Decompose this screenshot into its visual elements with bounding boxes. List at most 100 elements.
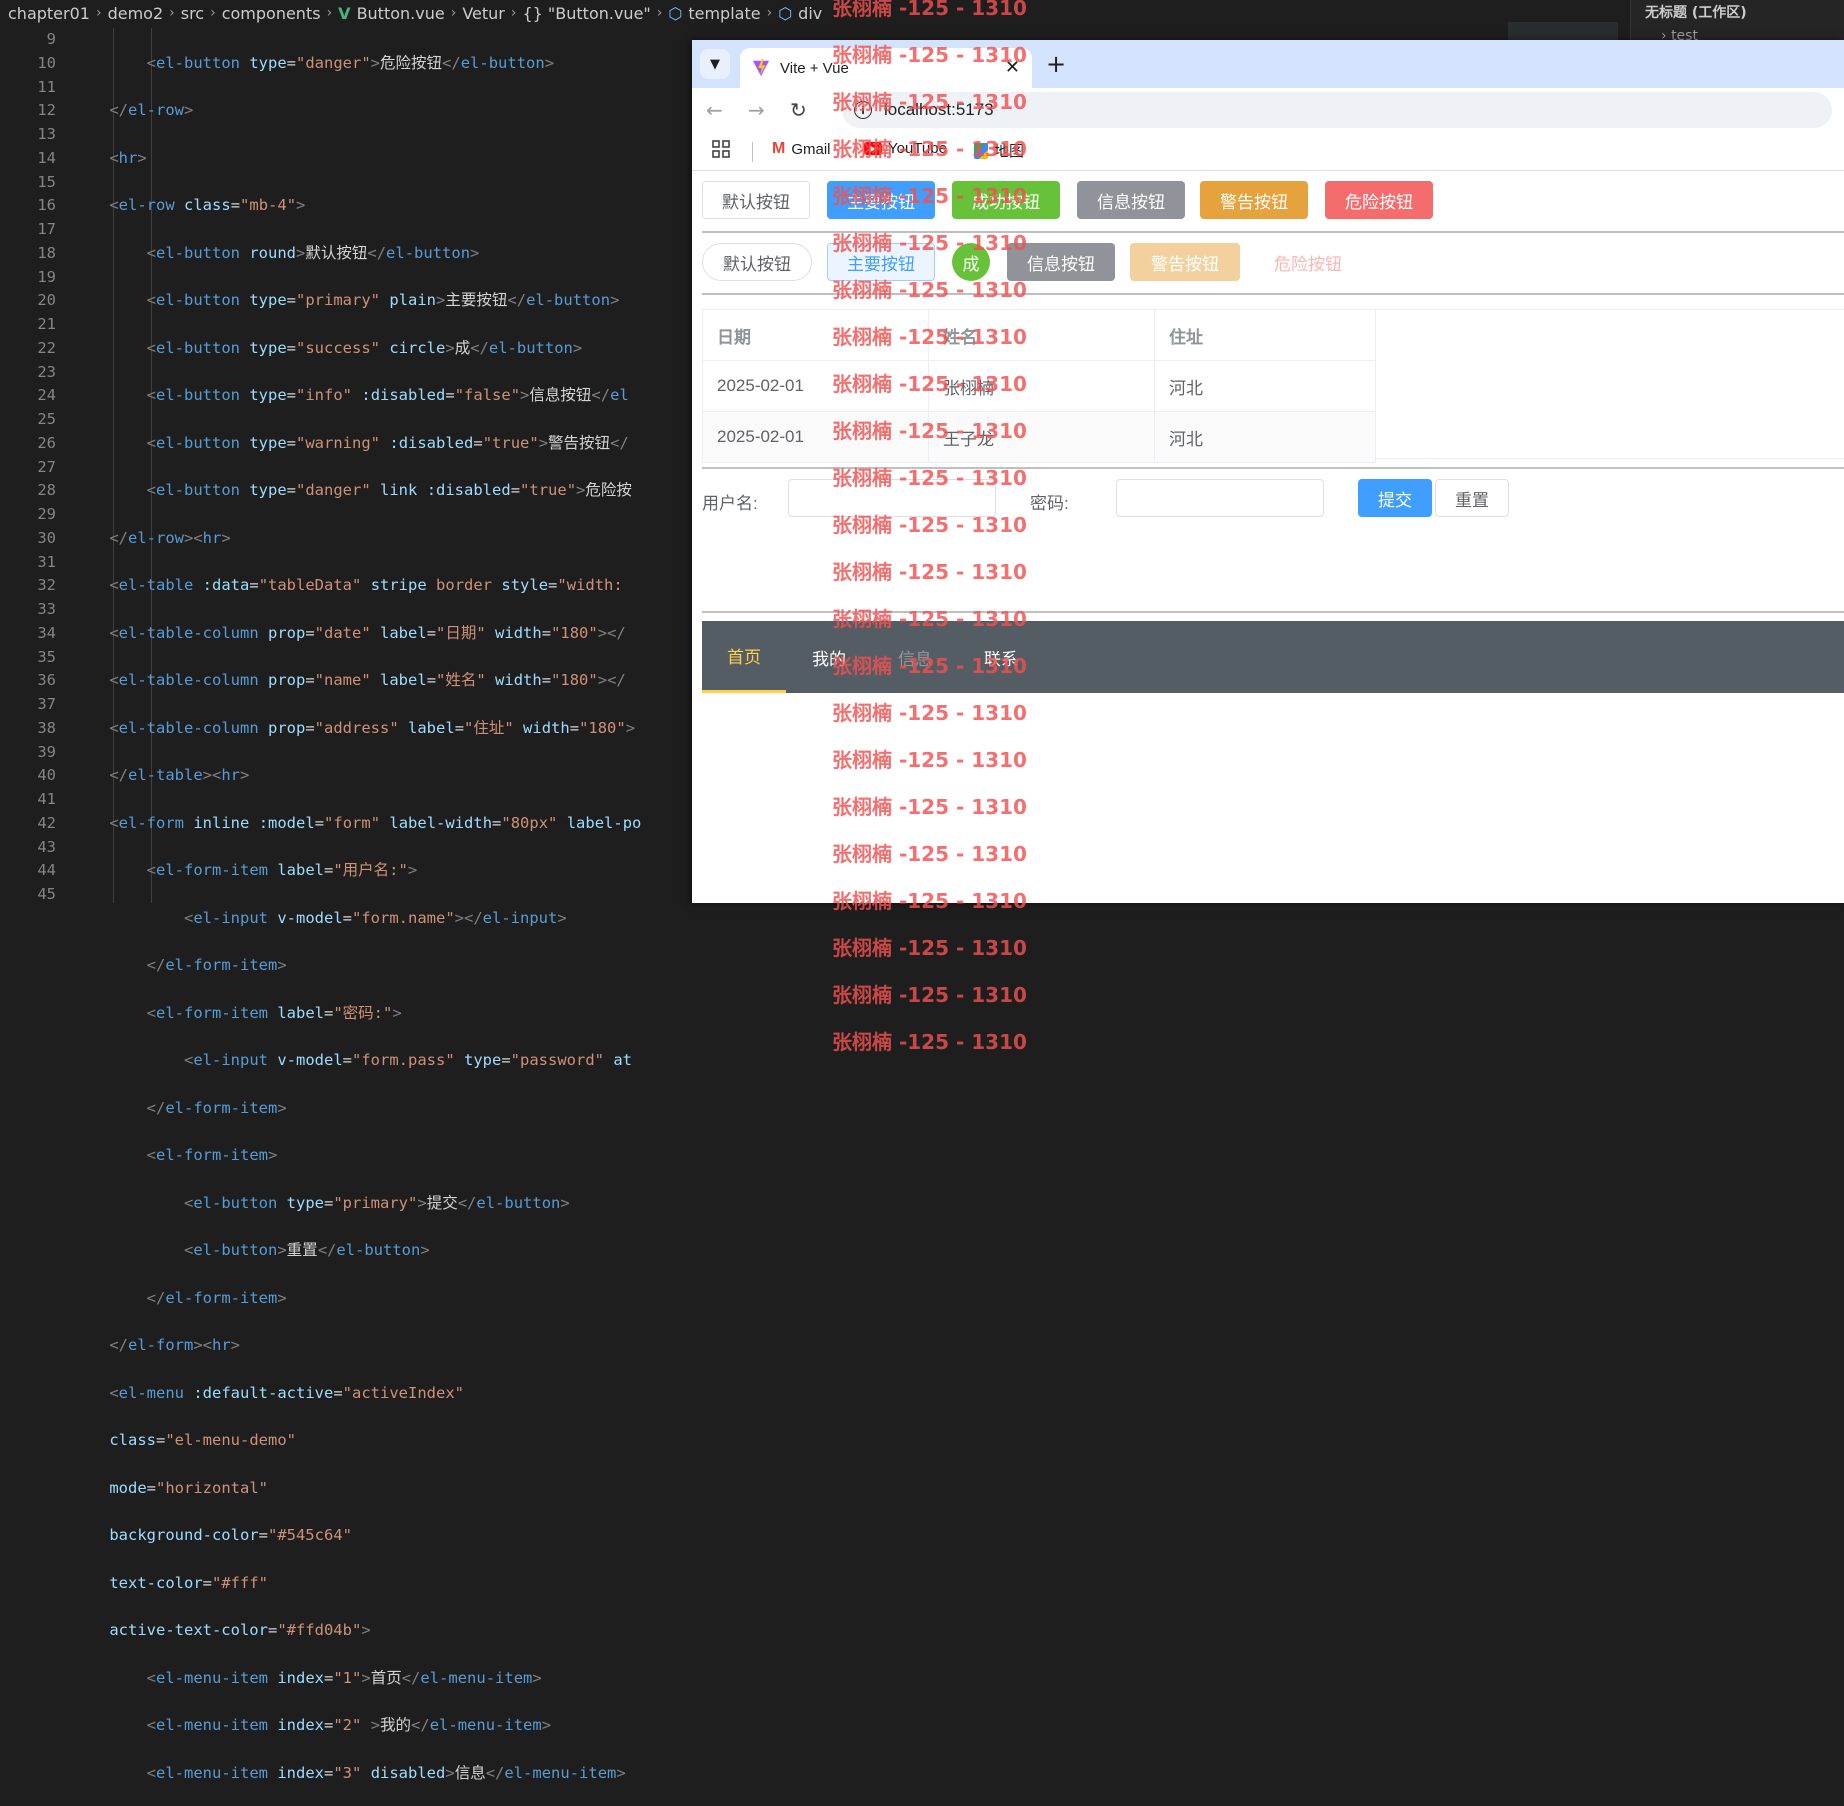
chevron-right-icon: ›: [326, 5, 333, 21]
browser-window: ▼ Vite + Vue ✕ + ← → ↻ i localhost:5173: [692, 40, 1844, 903]
breadcrumb-item[interactable]: Button.vue: [357, 4, 445, 23]
table-cell: 河北: [1154, 360, 1376, 412]
youtube-icon: ▶: [864, 142, 882, 155]
divider: [702, 293, 1844, 295]
close-icon[interactable]: ✕: [1005, 57, 1020, 78]
explorer-title[interactable]: 无标题 (工作区): [1645, 2, 1747, 22]
apps-grid-icon[interactable]: [712, 140, 730, 158]
bookmark-maps[interactable]: 地图: [974, 140, 1024, 161]
danger-link-disabled-button: 危险按钮: [1274, 254, 1342, 274]
back-arrow-icon[interactable]: ←: [706, 98, 723, 122]
bookmark-gmail[interactable]: M Gmail: [772, 140, 831, 158]
line-number: 42: [37, 813, 56, 832]
menu-item-contact[interactable]: 联系: [958, 621, 1044, 693]
breadcrumb-item[interactable]: chapter01: [8, 4, 90, 23]
browser-tab[interactable]: Vite + Vue ✕: [740, 48, 1032, 88]
code-line: <hr>: [109, 148, 147, 167]
table-header[interactable]: 住址: [1154, 309, 1376, 361]
table-row[interactable]: 2025-02-01 王子龙 河北: [702, 411, 1376, 463]
reset-button[interactable]: 重置: [1435, 479, 1509, 517]
code-line: <el-button round>默认按钮</el-button>: [146, 243, 480, 262]
success-circle-button[interactable]: 成: [952, 243, 990, 281]
code-line: <el-menu-item index="3" disabled>信息</el-…: [146, 1763, 626, 1782]
success-button[interactable]: 成功按钮: [952, 181, 1060, 219]
new-tab-button[interactable]: +: [1046, 50, 1066, 78]
line-number: 22: [37, 338, 56, 357]
line-number: 37: [37, 695, 56, 713]
table-header[interactable]: 日期: [702, 309, 929, 361]
code-line: active-text-color="#ffd04b">: [109, 1621, 371, 1640]
code-line: </el-form-item>: [146, 956, 287, 975]
line-number: 14: [37, 148, 56, 167]
warning-button[interactable]: 警告按钮: [1200, 181, 1308, 219]
code-line: </el-table><hr>: [109, 766, 250, 785]
watermark-text: 张栩楠 -125 - 1310: [832, 1030, 1027, 1054]
table-header[interactable]: 姓名: [928, 309, 1155, 361]
breadcrumb-item[interactable]: {} "Button.vue": [522, 4, 650, 23]
line-number: 44: [37, 861, 56, 880]
line-number: 32: [37, 576, 56, 595]
line-number: 34: [37, 623, 56, 642]
code-line: <el-button type="info" :disabled="false"…: [146, 386, 629, 405]
code-line: <el-menu-item index="1">首页</el-menu-item…: [146, 1668, 542, 1687]
submit-button[interactable]: 提交: [1358, 479, 1432, 517]
bookmark-label: Gmail: [791, 140, 831, 158]
line-number: 16: [37, 196, 56, 215]
bookmark-label: 地图: [994, 143, 1025, 160]
primary-plain-button[interactable]: 主要按钮: [827, 243, 935, 281]
info-button[interactable]: 信息按钮: [1077, 181, 1185, 219]
url-text: localhost:5173: [884, 100, 994, 119]
primary-button[interactable]: 主要按钮: [827, 181, 935, 219]
bookmark-youtube[interactable]: ▶ YouTube: [864, 140, 947, 157]
chevron-right-icon: ›: [656, 5, 663, 21]
forward-arrow-icon[interactable]: →: [748, 98, 765, 122]
line-number: 11: [37, 77, 56, 96]
info-icon[interactable]: i: [854, 101, 872, 119]
breadcrumb-item[interactable]: demo2: [108, 4, 164, 23]
code-line: </el-row>: [109, 101, 194, 120]
password-label: 密码:: [1030, 494, 1069, 513]
default-button[interactable]: 默认按钮: [702, 181, 810, 219]
username-input[interactable]: [788, 479, 996, 517]
chevron-right-icon: ›: [95, 5, 102, 21]
code-area[interactable]: <el-button type="danger">危险按钮</el-button…: [72, 28, 772, 1806]
code-line: <el-form-item label="密码:">: [146, 1003, 402, 1022]
code-line: <el-form inline :model="form" label-widt…: [109, 813, 642, 832]
code-line: <el-button type="success" circle>成</el-b…: [146, 338, 583, 357]
breadcrumb-item[interactable]: div: [798, 4, 822, 23]
menu-item-mine[interactable]: 我的: [786, 621, 872, 693]
menu-item-home[interactable]: 首页: [702, 621, 786, 693]
password-input[interactable]: [1116, 479, 1324, 517]
line-number: 12: [37, 101, 56, 120]
table-row[interactable]: 2025-02-01 张栩楠 河北: [702, 360, 1376, 412]
code-line: <el-menu-item index="2" >我的</el-menu-ite…: [146, 1716, 552, 1735]
default-round-button[interactable]: 默认按钮: [702, 243, 812, 281]
reload-icon[interactable]: ↻: [790, 98, 807, 122]
code-line: text-color="#fff": [109, 1573, 268, 1592]
code-line: </el-form-item>: [146, 1288, 287, 1307]
line-number: 15: [37, 172, 56, 191]
watermark-text: 张栩楠 -125 - 1310: [832, 983, 1027, 1007]
info-button[interactable]: 信息按钮: [1007, 243, 1115, 281]
breadcrumb-item[interactable]: src: [181, 4, 204, 23]
address-bar[interactable]: i localhost:5173: [842, 92, 1832, 128]
line-number: 19: [37, 267, 56, 286]
line-number: 30: [37, 528, 56, 547]
divider: [702, 611, 1844, 613]
line-number: 39: [37, 742, 56, 761]
line-number-gutter: 9 10 11 12 13 14 15 16 17 18 19 20 21 22 23 24 25 26 27 28 2…: [0, 28, 56, 907]
line-number: 21: [37, 315, 56, 333]
line-number: 45: [37, 885, 56, 903]
line-number: 24: [37, 386, 56, 405]
chevron-right-icon: ›: [169, 5, 175, 21]
breadcrumb: chapter01 › demo2 › src › components › V Butt…: [0, 0, 1638, 26]
tab-search-button[interactable]: ▼: [700, 49, 730, 79]
table-cell: 2025-02-01: [702, 360, 929, 412]
breadcrumb-item[interactable]: template: [688, 4, 760, 23]
chevron-right-icon: ›: [210, 5, 216, 21]
data-table: 日期 姓名 住址 2025-02-01 张栩楠 河北 2025-02-01 王子…: [702, 309, 1376, 463]
danger-button[interactable]: 危险按钮: [1325, 181, 1433, 219]
table-header-row: 日期 姓名 住址: [702, 309, 1376, 361]
breadcrumb-item[interactable]: Vetur: [462, 4, 505, 23]
breadcrumb-item[interactable]: components: [222, 4, 321, 23]
